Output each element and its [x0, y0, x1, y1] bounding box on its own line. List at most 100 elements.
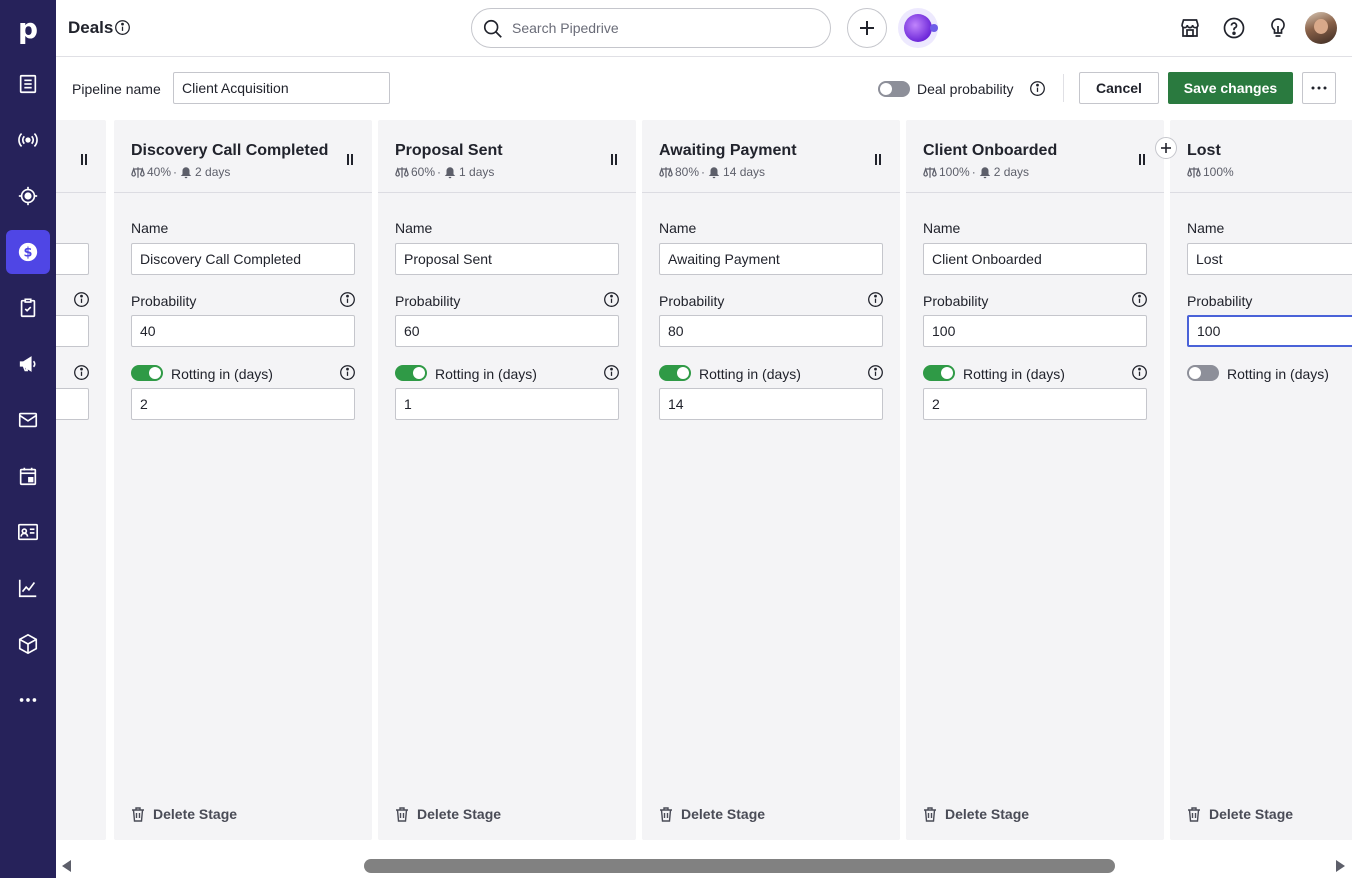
- pipeline-toolbar: Pipeline name Client Acquisition Deal pr…: [56, 57, 1352, 119]
- rotting-days-input[interactable]: [56, 388, 89, 420]
- rotting-label: Rotting in (days): [171, 366, 273, 382]
- scroll-left-arrow-icon[interactable]: [62, 860, 71, 872]
- add-stage-button[interactable]: [1155, 137, 1177, 159]
- rotting-toggle[interactable]: [659, 365, 691, 381]
- rotting-toggle[interactable]: [1187, 365, 1219, 381]
- info-icon[interactable]: [1131, 364, 1148, 381]
- pipeline-name-input[interactable]: Client Acquisition: [173, 72, 390, 104]
- drag-handle-icon[interactable]: [344, 153, 356, 167]
- megaphone-icon[interactable]: [6, 342, 50, 386]
- help-question-icon[interactable]: [1222, 16, 1246, 40]
- probability-input[interactable]: 100: [1187, 315, 1352, 347]
- info-icon[interactable]: [114, 19, 131, 36]
- rotting-days-input[interactable]: 14: [659, 388, 883, 420]
- stage-name-input[interactable]: Lost: [1187, 243, 1352, 275]
- deals-dollar-icon[interactable]: $: [6, 230, 50, 274]
- info-icon[interactable]: [339, 291, 356, 308]
- info-icon[interactable]: [867, 291, 884, 308]
- probability-input[interactable]: [56, 315, 89, 347]
- search-icon: [483, 19, 502, 38]
- products-box-icon[interactable]: [6, 622, 50, 666]
- more-options-button[interactable]: [1302, 72, 1336, 104]
- stage-meta: 60% · 1 days: [395, 165, 494, 179]
- delete-stage-button[interactable]: Delete Stage: [1187, 806, 1293, 822]
- stage-name-input[interactable]: Proposal Sent: [395, 243, 619, 275]
- contacts-card-icon[interactable]: [6, 510, 50, 554]
- scale-icon: [659, 166, 673, 178]
- rotting-days-input[interactable]: 2: [131, 388, 355, 420]
- search-input[interactable]: Search Pipedrive: [471, 8, 831, 48]
- avatar[interactable]: [1305, 12, 1337, 44]
- delete-stage-button[interactable]: Delete Stage: [659, 806, 765, 822]
- stage-meta: 40% · 2 days: [131, 165, 230, 179]
- delete-stage-button[interactable]: Delete Stage: [923, 806, 1029, 822]
- drag-handle-icon[interactable]: [872, 153, 884, 167]
- info-icon[interactable]: [603, 291, 620, 308]
- rotting-days-input[interactable]: 1: [395, 388, 619, 420]
- drag-handle-icon[interactable]: [608, 153, 620, 167]
- delete-stage-label: Delete Stage: [945, 806, 1030, 822]
- stage-name-input[interactable]: Awaiting Payment: [659, 243, 883, 275]
- page-title: Deals: [68, 18, 114, 37]
- save-changes-button[interactable]: Save changes: [1168, 72, 1293, 104]
- deal-probability-toggle[interactable]: [878, 81, 910, 97]
- drag-handle-icon[interactable]: [1136, 153, 1148, 167]
- marketplace-store-icon[interactable]: [1178, 16, 1202, 40]
- info-icon[interactable]: [339, 364, 356, 381]
- stage-header: Lost 100%: [1170, 120, 1352, 193]
- rotting-days-input[interactable]: 2: [923, 388, 1147, 420]
- info-icon[interactable]: [73, 364, 90, 381]
- quick-add-button[interactable]: [847, 8, 887, 48]
- cancel-button[interactable]: Cancel: [1079, 72, 1159, 104]
- ai-sparkle-icon: [904, 14, 932, 42]
- scrollbar-thumb[interactable]: [364, 859, 1115, 873]
- mail-icon[interactable]: [6, 398, 50, 442]
- drag-handle-icon[interactable]: [78, 153, 90, 167]
- insights-chart-icon[interactable]: [6, 566, 50, 610]
- delete-stage-button[interactable]: Delete Stage: [395, 806, 501, 822]
- stage-probability-meta: 60%: [411, 165, 436, 179]
- scroll-right-arrow-icon[interactable]: [1336, 860, 1345, 872]
- rotting-toggle[interactable]: [395, 365, 427, 381]
- stage-meta: 100%: [1187, 165, 1234, 179]
- campaigns-signal-icon[interactable]: [6, 118, 50, 162]
- stages-board: Discovery Call Completed 40% · 2 days Nam…: [56, 120, 1352, 840]
- stage-name-input[interactable]: Client Onboarded: [923, 243, 1147, 275]
- more-dots-icon[interactable]: [6, 678, 50, 722]
- info-icon[interactable]: [73, 291, 90, 308]
- pipedrive-logo[interactable]: p: [0, 0, 56, 56]
- rotting-toggle[interactable]: [131, 365, 163, 381]
- calendar-icon[interactable]: [6, 454, 50, 498]
- probability-input[interactable]: 60: [395, 315, 619, 347]
- probability-input[interactable]: 80: [659, 315, 883, 347]
- scale-icon: [923, 166, 937, 178]
- stage-name-input[interactable]: [56, 243, 89, 275]
- stage-title: Lost: [1187, 142, 1221, 159]
- leads-inbox-icon[interactable]: [6, 62, 50, 106]
- activities-clipboard-icon[interactable]: [6, 286, 50, 330]
- stage-rotting-meta: 2 days: [195, 165, 231, 179]
- rotting-toggle[interactable]: [923, 365, 955, 381]
- meta-separator: ·: [173, 165, 178, 179]
- pipeline-name-label: Pipeline name: [72, 81, 161, 97]
- delete-stage-button[interactable]: Delete Stage: [131, 806, 237, 822]
- stage-title: Proposal Sent: [395, 142, 503, 159]
- stage-title: Discovery Call Completed: [131, 142, 329, 159]
- probability-input[interactable]: 40: [131, 315, 355, 347]
- stage-column: Awaiting Payment 80% · 14 days Name Await…: [642, 120, 900, 840]
- more-dots-icon: [1311, 86, 1327, 90]
- probability-input[interactable]: 100: [923, 315, 1147, 347]
- plus-icon: [860, 21, 874, 35]
- stage-name-input[interactable]: Discovery Call Completed: [131, 243, 355, 275]
- probability-label: Probability: [1187, 293, 1253, 309]
- tips-lightbulb-icon[interactable]: [1266, 16, 1290, 40]
- delete-stage-label: Delete Stage: [153, 806, 238, 822]
- divider: [1063, 74, 1064, 102]
- info-icon[interactable]: [603, 364, 620, 381]
- name-label: Name: [131, 220, 169, 236]
- target-icon[interactable]: [6, 174, 50, 218]
- horizontal-scrollbar[interactable]: [56, 850, 1352, 878]
- info-icon[interactable]: [1131, 291, 1148, 308]
- info-icon[interactable]: [867, 364, 884, 381]
- info-icon[interactable]: [1029, 80, 1046, 97]
